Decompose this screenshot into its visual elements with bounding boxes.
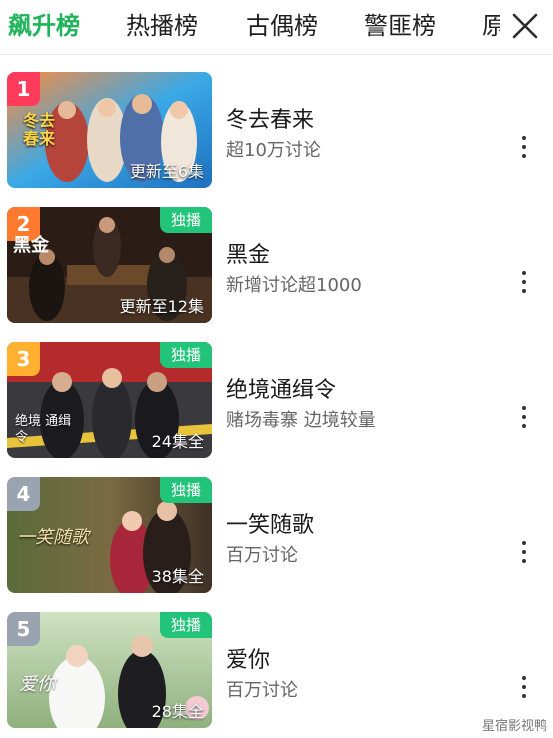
list-item[interactable]: 4 一笑随歌 独播 38集全 一笑随歌 百万讨论 — [0, 477, 553, 595]
more-options-button[interactable] — [516, 134, 532, 160]
more-dot — [522, 154, 526, 158]
show-description: 赌场毒寨 边境较量 — [226, 410, 376, 431]
show-title[interactable]: 冬去春来 — [226, 102, 314, 134]
rank-badge: 5 — [7, 612, 40, 646]
tab-surge[interactable]: 飙升榜 — [8, 6, 80, 46]
more-dot — [522, 685, 526, 689]
episode-status: 24集全 — [151, 432, 204, 451]
rank-badge: 4 — [7, 477, 40, 511]
episode-status: 更新至6集 — [129, 162, 204, 181]
more-dot — [522, 145, 526, 149]
show-title[interactable]: 绝境通缉令 — [226, 372, 336, 404]
more-dot — [522, 424, 526, 428]
more-options-button[interactable] — [516, 269, 532, 295]
show-title[interactable]: 爱你 — [226, 642, 270, 674]
poster-thumbnail[interactable]: 4 一笑随歌 独播 38集全 — [7, 477, 212, 593]
show-description: 百万讨论 — [226, 680, 298, 701]
tab-hot[interactable]: 热播榜 — [126, 6, 198, 46]
poster-title-art: 一笑随歌 — [17, 527, 89, 548]
poster-thumbnail[interactable]: 2 黑金 独播 更新至12集 — [7, 207, 212, 323]
more-dot — [522, 289, 526, 293]
rank-badge: 3 — [7, 342, 40, 376]
exclusive-badge: 独播 — [160, 207, 212, 233]
episode-status: 38集全 — [151, 567, 204, 586]
more-dot — [522, 559, 526, 563]
poster-title-art: 冬去春来 — [23, 111, 56, 148]
poster-thumbnail[interactable]: 3 绝境 通缉令 独播 24集全 — [7, 342, 212, 458]
more-dot — [522, 694, 526, 698]
more-dot — [522, 136, 526, 140]
more-dot — [522, 271, 526, 275]
episode-status: 28集全 — [151, 702, 204, 721]
more-options-button[interactable] — [516, 674, 532, 700]
poster-title-art: 爱你 — [19, 674, 55, 695]
more-dot — [522, 406, 526, 410]
list-item[interactable]: 5 爱你 独播 28集全 爱你 百万讨论 — [0, 612, 553, 730]
tab-crime[interactable]: 警匪榜 — [364, 6, 436, 46]
exclusive-badge: 独播 — [160, 612, 212, 638]
more-dot — [522, 676, 526, 680]
tab-costume[interactable]: 古偶榜 — [246, 6, 318, 46]
more-dot — [522, 550, 526, 554]
show-description: 新增讨论超1000 — [226, 275, 362, 296]
list-item[interactable]: 2 黑金 独播 更新至12集 黑金 新增讨论超1000 — [0, 207, 553, 325]
poster-thumbnail[interactable]: 1 冬去春来 更新至6集 — [7, 72, 212, 188]
rank-badge: 1 — [7, 72, 40, 106]
more-options-button[interactable] — [516, 404, 532, 430]
more-dot — [522, 415, 526, 419]
watermark: 星宿影视鸭 — [481, 719, 547, 734]
close-icon — [512, 13, 538, 39]
poster-title-art: 黑金 — [13, 235, 49, 256]
poster-title-art: 绝境 通缉令 — [15, 414, 72, 445]
show-description: 超10万讨论 — [226, 140, 321, 161]
more-dot — [522, 280, 526, 284]
more-dot — [522, 541, 526, 545]
list-item[interactable]: 1 冬去春来 更新至6集 冬去春来 超10万讨论 — [0, 72, 553, 190]
rank-tab-bar: 飙升榜 热播榜 古偶榜 警匪榜 原 — [0, 0, 553, 55]
poster-thumbnail[interactable]: 5 爱你 独播 28集全 — [7, 612, 212, 728]
list-item[interactable]: 3 绝境 通缉令 独播 24集全 绝境通缉令 赌场毒寨 边境较量 — [0, 342, 553, 460]
close-button[interactable] — [507, 8, 543, 44]
exclusive-badge: 独播 — [160, 477, 212, 503]
show-title[interactable]: 黑金 — [226, 237, 270, 269]
show-title[interactable]: 一笑随歌 — [226, 507, 314, 539]
exclusive-badge: 独播 — [160, 342, 212, 368]
more-options-button[interactable] — [516, 539, 532, 565]
show-description: 百万讨论 — [226, 545, 298, 566]
episode-status: 更新至12集 — [119, 297, 204, 316]
tab-original[interactable]: 原 — [482, 6, 500, 46]
